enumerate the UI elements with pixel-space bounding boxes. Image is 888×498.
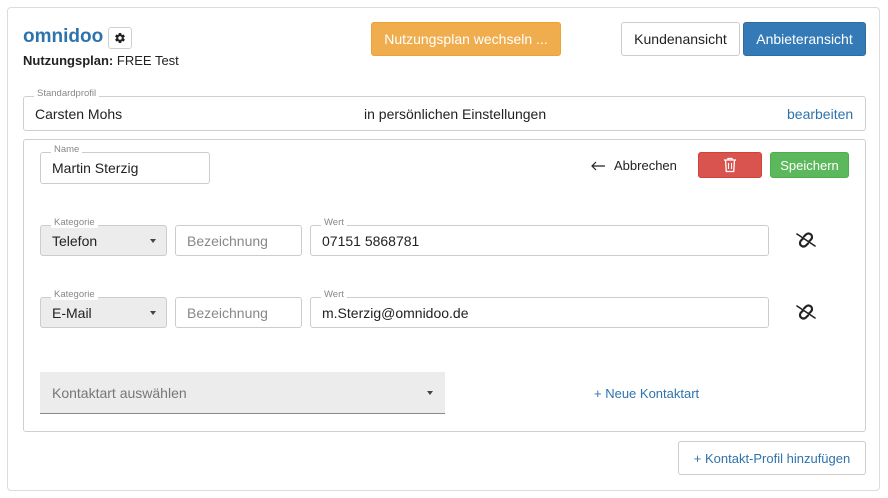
designation-input-1[interactable]: Bezeichnung — [175, 225, 302, 256]
category-value-1: Telefon — [52, 232, 98, 249]
trash-icon — [724, 157, 736, 173]
standard-profile-name: Carsten Mohs — [35, 106, 123, 122]
delete-button[interactable] — [698, 152, 762, 178]
value-legend-2: Wert — [321, 290, 347, 300]
provider-view-button[interactable]: Anbieteransicht — [743, 22, 866, 56]
category-legend-2: Kategorie — [51, 290, 98, 300]
designation-placeholder-2: Bezeichnung — [187, 304, 268, 321]
settings-button[interactable] — [108, 27, 132, 49]
customer-view-button[interactable]: Kundenansicht — [621, 22, 740, 56]
category-legend-1: Kategorie — [51, 218, 98, 228]
contact-type-select[interactable]: Kontaktart auswählen — [40, 372, 445, 414]
value-legend-1: Wert — [321, 218, 347, 228]
value-input-2[interactable]: m.Sterzig@omnidoo.de — [310, 297, 769, 328]
gear-icon — [115, 33, 125, 44]
value-input-1[interactable]: 07151 5868781 — [310, 225, 769, 256]
edit-standard-profile-link[interactable]: bearbeiten — [787, 106, 853, 122]
cancel-label: Abbrechen — [614, 158, 677, 173]
designation-placeholder-1: Bezeichnung — [187, 232, 268, 249]
add-contact-profile-button[interactable]: + Kontakt-Profil hinzufügen — [678, 441, 866, 475]
plan-line: Nutzungsplan: FREE Test — [23, 53, 179, 68]
arrow-left-icon — [591, 161, 605, 170]
category-select-1[interactable]: Telefon — [40, 225, 167, 256]
plan-label: Nutzungsplan: — [23, 53, 114, 68]
cancel-button[interactable]: Abbrechen — [590, 158, 677, 173]
standard-profile-hint: in persönlichen Einstellungen — [364, 106, 547, 122]
category-select-2[interactable]: E-Mail — [40, 297, 167, 328]
save-button[interactable]: Speichern — [770, 152, 849, 178]
unlink-button-2[interactable] — [793, 300, 819, 324]
plan-value: FREE Test — [116, 53, 179, 68]
designation-input-2[interactable]: Bezeichnung — [175, 297, 302, 328]
brand-title: omnidoo — [23, 26, 104, 47]
unlink-icon — [796, 304, 816, 320]
caret-down-icon — [150, 238, 156, 243]
new-contact-type-link[interactable]: + Neue Kontaktart — [594, 386, 699, 401]
name-input[interactable]: Martin Sterzig — [40, 152, 210, 184]
caret-down-icon — [427, 390, 433, 395]
change-plan-button[interactable]: Nutzungsplan wechseln ... — [371, 22, 561, 56]
caret-down-icon — [150, 310, 156, 315]
unlink-button-1[interactable] — [793, 228, 819, 252]
unlink-icon — [796, 232, 816, 248]
contact-type-placeholder: Kontaktart auswählen — [52, 384, 187, 401]
category-value-2: E-Mail — [52, 304, 92, 321]
name-legend: Name — [51, 145, 83, 155]
standard-profile-legend: Standardprofil — [34, 89, 100, 99]
